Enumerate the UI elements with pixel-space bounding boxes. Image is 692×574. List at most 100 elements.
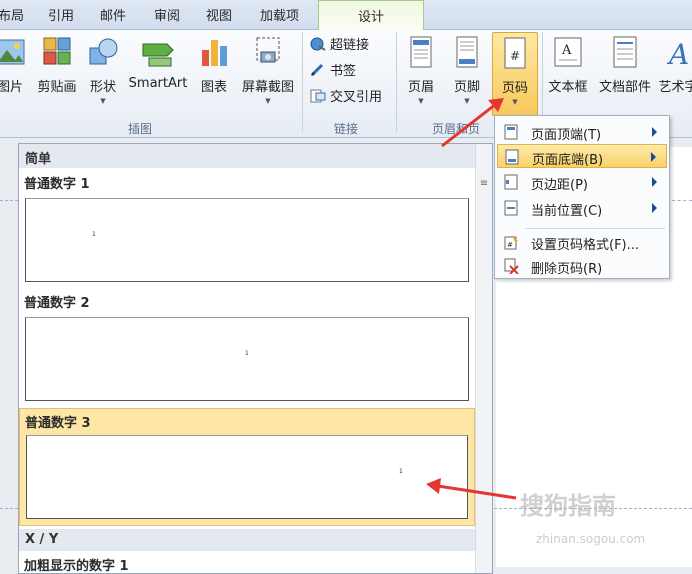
page-number-button[interactable]: # 页码 ▼ xyxy=(492,32,538,116)
group-divider xyxy=(396,32,397,132)
picture-button[interactable]: 图片 xyxy=(0,34,28,95)
clipart-button[interactable]: 剪贴画 xyxy=(34,34,80,95)
submenu-arrow-icon xyxy=(652,203,657,213)
gallery-item-preview: 1 xyxy=(25,317,469,401)
submenu-arrow-icon xyxy=(652,127,657,137)
page-number-menu: 页面顶端(T) 页面底端(B) 页边距(P) 当前位置(C) # 设置页码格式(… xyxy=(494,115,670,279)
page-margins-icon xyxy=(504,174,518,190)
screenshot-dropdown-icon: ▼ xyxy=(265,97,271,105)
header-label: 页眉 xyxy=(407,80,434,95)
svg-text:#: # xyxy=(507,241,513,249)
gallery-item-bold-number-1[interactable]: 加粗显示的数字 1 xyxy=(19,552,475,574)
menu-item-page-margins[interactable]: 页边距(P) xyxy=(497,170,667,194)
shapes-label: 形状 xyxy=(89,80,116,95)
bookmark-label: 书签 xyxy=(330,64,357,79)
tab-design[interactable]: 设计 xyxy=(318,0,424,31)
textbox-button[interactable]: A 文本框 xyxy=(546,34,590,95)
menu-separator xyxy=(525,228,665,229)
menu-item-label: 页边距(P) xyxy=(531,178,588,193)
menu-item-top-of-page[interactable]: 页面顶端(T) xyxy=(497,120,667,144)
screenshot-button[interactable]: 屏幕截图 ▼ xyxy=(238,34,298,105)
smartart-label: SmartArt xyxy=(128,76,188,91)
gallery-item-label: 普通数字 3 xyxy=(25,416,91,431)
svg-text:A: A xyxy=(666,38,689,71)
menu-item-current-position[interactable]: 当前位置(C) xyxy=(497,196,667,220)
smartart-button[interactable]: SmartArt xyxy=(126,34,190,91)
textbox-icon: A xyxy=(554,37,582,67)
group-label-header-footer: 页眉和页 xyxy=(432,122,481,136)
clipart-label: 剪贴画 xyxy=(37,80,77,95)
submenu-arrow-icon xyxy=(651,152,656,162)
header-dropdown-icon: ▼ xyxy=(418,97,424,105)
picture-label: 图片 xyxy=(0,80,23,95)
wordart-button[interactable]: A 艺术字 xyxy=(656,34,692,95)
menu-item-label: 设置页码格式(F)... xyxy=(531,238,640,253)
picture-icon xyxy=(0,39,25,65)
page-number-dropdown-icon: ▼ xyxy=(512,98,518,106)
group-divider xyxy=(302,32,303,132)
menu-item-label: 页面底端(B) xyxy=(532,153,604,168)
header-icon xyxy=(410,36,432,68)
bottom-of-page-icon xyxy=(505,149,519,165)
tab-view[interactable]: 视图 xyxy=(206,5,232,24)
tab-references[interactable]: 引用 xyxy=(48,5,74,24)
quickparts-icon xyxy=(613,36,637,68)
gallery-item-plain-number-3[interactable]: 普通数字 3 1 xyxy=(19,408,475,526)
crossref-icon xyxy=(310,89,326,103)
footer-button[interactable]: 页脚 ▼ xyxy=(450,34,484,105)
watermark-text: 搜狗指南 xyxy=(520,492,616,520)
footer-dropdown-icon: ▼ xyxy=(464,97,470,105)
scrollbar-thumb[interactable]: ≡ xyxy=(479,178,489,202)
gallery-section-simple: 简单 xyxy=(19,144,492,168)
quickparts-label: 文档部件 xyxy=(598,80,651,95)
menu-item-label: 页面顶端(T) xyxy=(531,128,602,143)
bookmark-icon xyxy=(310,63,324,77)
hyperlink-label: 超链接 xyxy=(330,38,370,53)
tab-addins[interactable]: 加载项 xyxy=(260,5,299,24)
header-button[interactable]: 页眉 ▼ xyxy=(404,34,438,105)
chart-icon xyxy=(202,40,227,66)
crossref-button[interactable]: 交叉引用 xyxy=(310,86,382,105)
page-margin-guide xyxy=(672,200,692,201)
menu-item-bottom-of-page[interactable]: 页面底端(B) xyxy=(497,144,667,168)
top-of-page-icon xyxy=(504,124,518,140)
footer-label: 页脚 xyxy=(453,80,480,95)
hyperlink-icon xyxy=(310,37,326,51)
menu-item-format-page-numbers[interactable]: # 设置页码格式(F)... xyxy=(497,230,667,254)
shapes-button[interactable]: 形状 ▼ xyxy=(86,34,120,105)
group-label-illustrations: 插图 xyxy=(128,122,153,136)
watermark-url: zhinan.sogou.com xyxy=(536,532,646,546)
menu-item-label: 删除页码(R) xyxy=(531,262,603,277)
page-number-sample: 1 xyxy=(399,468,403,475)
gallery-item-preview: 1 xyxy=(25,198,469,282)
submenu-arrow-icon xyxy=(652,177,657,187)
footer-icon xyxy=(456,36,478,68)
page-number-sample: 1 xyxy=(245,350,249,357)
page-margin-guide xyxy=(0,508,18,509)
menu-item-remove-page-numbers[interactable]: 删除页码(R) xyxy=(497,254,667,278)
tab-layout[interactable]: 布局 xyxy=(0,5,24,24)
wordart-label: 艺术字 xyxy=(658,80,692,95)
hyperlink-button[interactable]: 超链接 xyxy=(310,34,369,53)
clipart-icon xyxy=(43,37,71,65)
gallery-scrollbar[interactable]: ≡ xyxy=(475,144,492,573)
smartart-icon xyxy=(142,43,174,67)
svg-text:#: # xyxy=(510,49,520,63)
screenshot-icon xyxy=(256,37,280,63)
tab-mailings[interactable]: 邮件 xyxy=(100,5,126,24)
menu-item-label: 当前位置(C) xyxy=(531,204,603,219)
current-position-icon xyxy=(504,200,518,216)
gallery-item-label: 加粗显示的数字 1 xyxy=(24,559,129,574)
remove-page-numbers-icon xyxy=(504,258,519,274)
bookmark-button[interactable]: 书签 xyxy=(310,60,356,79)
gallery-item-label: 普通数字 2 xyxy=(24,296,90,311)
svg-text:A: A xyxy=(561,43,572,58)
page-number-sample: 1 xyxy=(92,231,96,238)
gallery-item-preview: 1 xyxy=(26,435,468,519)
tab-review[interactable]: 审阅 xyxy=(154,5,180,24)
crossref-label: 交叉引用 xyxy=(330,90,383,105)
gallery-item-plain-number-2[interactable]: 普通数字 2 1 xyxy=(19,289,475,405)
quickparts-button[interactable]: 文档部件 xyxy=(596,34,654,95)
gallery-item-plain-number-1[interactable]: 普通数字 1 1 xyxy=(19,170,475,286)
chart-button[interactable]: 图表 xyxy=(198,34,230,95)
